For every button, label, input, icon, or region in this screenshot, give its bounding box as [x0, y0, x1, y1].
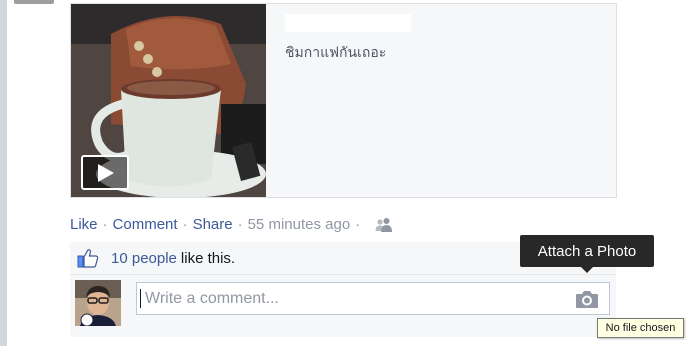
post-action-bar: Like · Comment · Share · 55 minutes ago … [70, 214, 393, 234]
tooltip-arrow [581, 267, 593, 273]
separator-dot: · [182, 215, 188, 233]
avatar[interactable] [75, 280, 121, 326]
video-thumbnail[interactable] [71, 4, 266, 197]
like-sentence: like this. [180, 249, 236, 267]
redacted-link-title [285, 14, 411, 32]
comment-link[interactable]: Comment [113, 216, 178, 233]
play-button[interactable] [81, 155, 129, 190]
like-link[interactable]: Like [70, 216, 98, 233]
profile-photo [75, 280, 121, 326]
comment-composer-row [70, 275, 616, 337]
previous-avatar-fragment [14, 0, 54, 4]
comment-input[interactable] [145, 283, 565, 314]
separator-dot: · [237, 215, 243, 233]
share-link[interactable]: Share [193, 216, 233, 233]
play-icon [98, 164, 114, 182]
separator-dot: · [102, 215, 108, 233]
text-caret [140, 289, 141, 308]
feed-left-rule [0, 0, 7, 346]
post-timestamp[interactable]: 55 minutes ago [248, 216, 351, 233]
shared-video-card[interactable]: ชิมกาแฟกันเถอะ [70, 3, 617, 198]
link-caption: ชิมกาแฟกันเถอะ [285, 45, 387, 61]
comment-field-wrapper[interactable] [136, 282, 610, 315]
likers-link[interactable]: 10 people [111, 250, 177, 267]
file-input-tooltip: No file chosen [597, 318, 684, 338]
separator-dot: · [355, 215, 361, 233]
camera-icon[interactable] [575, 289, 599, 309]
friends-privacy-icon[interactable] [375, 217, 393, 233]
thumbs-up-icon [77, 249, 99, 268]
attach-photo-tooltip: Attach a Photo [520, 235, 654, 267]
